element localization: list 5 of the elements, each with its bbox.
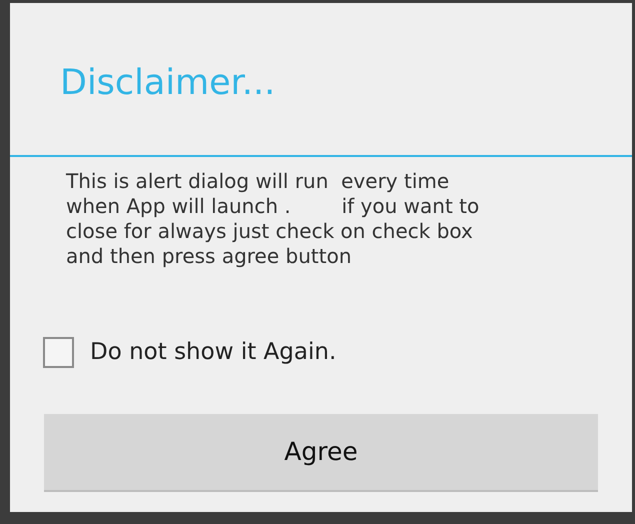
dialog-title: Disclaimer... [60,62,276,105]
checkbox-label: Do not show it Again. [90,338,336,367]
dialog-message: This is alert dialog will run every time when App will launch . if you want to close for always just check on check box and then press agree button [66,169,480,269]
checkbox[interactable] [43,336,74,368]
agree-button[interactable]: Agree [44,414,598,492]
